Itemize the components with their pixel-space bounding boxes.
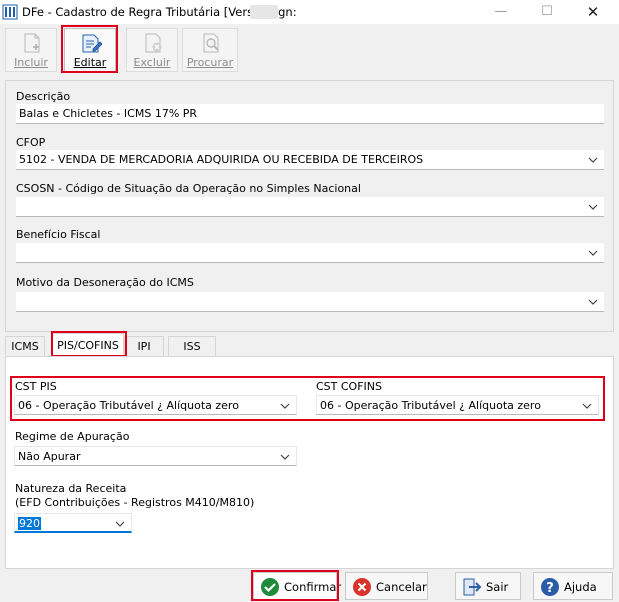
cancel-circle-icon [353,578,371,596]
chevron-down-icon [588,204,598,210]
procurar-button[interactable]: Procurar [182,28,238,72]
sair-button[interactable]: Sair [455,572,521,600]
regime-value: Não Apurar [18,450,81,463]
chevron-down-icon [280,454,290,460]
chevron-down-icon [588,299,598,305]
natureza-value: 920 [18,517,41,530]
incluir-button[interactable]: Incluir [5,28,57,72]
help-icon: ? [541,578,559,596]
exit-door-icon [463,578,482,596]
tab-icms[interactable]: ICMS [5,336,45,356]
regime-select[interactable]: Não Apurar [14,446,297,466]
beneficio-label: Benefício Fiscal [16,228,101,241]
new-document-icon [24,33,40,53]
ajuda-label: Ajuda [564,580,597,594]
natureza-label: Natureza da Receita [15,482,127,495]
excluir-button[interactable]: Excluir [126,28,178,72]
motivo-label: Motivo da Desoneração do ICMS [16,276,194,289]
descricao-input[interactable]: Balas e Chicletes - ICMS 17% PR [16,104,604,124]
svg-text:?: ? [546,581,554,596]
natureza-select[interactable]: 920 [14,513,132,533]
highlight-box-tab [51,331,127,357]
natureza-sublabel: (EFD Contribuições - Registros M410/M810… [15,496,255,509]
cfop-label: CFOP [16,136,46,149]
tab-ipi[interactable]: IPI [124,336,164,356]
tab-iss[interactable]: ISS [168,336,216,356]
delete-document-icon [145,33,162,53]
incluir-label: Incluir [14,56,48,69]
cfop-value: 5102 - VENDA DE MERCADORIA ADQUIRIDA OU … [19,153,424,166]
excluir-label: Excluir [133,56,171,69]
maximize-button[interactable]: ☐ [524,0,570,24]
search-document-icon [203,33,219,53]
cancelar-label: Cancelar [376,580,427,594]
highlight-box-editar [61,25,118,73]
app-columns-icon [2,4,18,20]
chevron-down-icon [588,157,598,163]
chevron-down-icon [115,521,125,527]
descricao-label: Descrição [16,90,71,103]
csosn-label: CSOSN - Código de Situação da Operação n… [16,182,361,195]
cancelar-button[interactable]: Cancelar [345,572,428,600]
highlight-box-cst [10,376,605,421]
csosn-select[interactable] [16,197,604,217]
minimize-button[interactable]: — [478,0,524,24]
beneficio-select[interactable] [16,243,604,263]
chevron-down-icon [588,250,598,256]
regime-label: Regime de Apuração [15,430,130,443]
highlight-box-confirmar [251,570,339,601]
sair-label: Sair [486,580,509,594]
close-button[interactable]: ✕ [570,0,616,24]
procurar-label: Procurar [186,56,234,69]
title-redaction [250,5,278,19]
ajuda-button[interactable]: ? Ajuda [533,572,613,600]
motivo-select[interactable] [16,292,604,312]
cfop-select[interactable]: 5102 - VENDA DE MERCADORIA ADQUIRIDA OU … [16,150,604,170]
